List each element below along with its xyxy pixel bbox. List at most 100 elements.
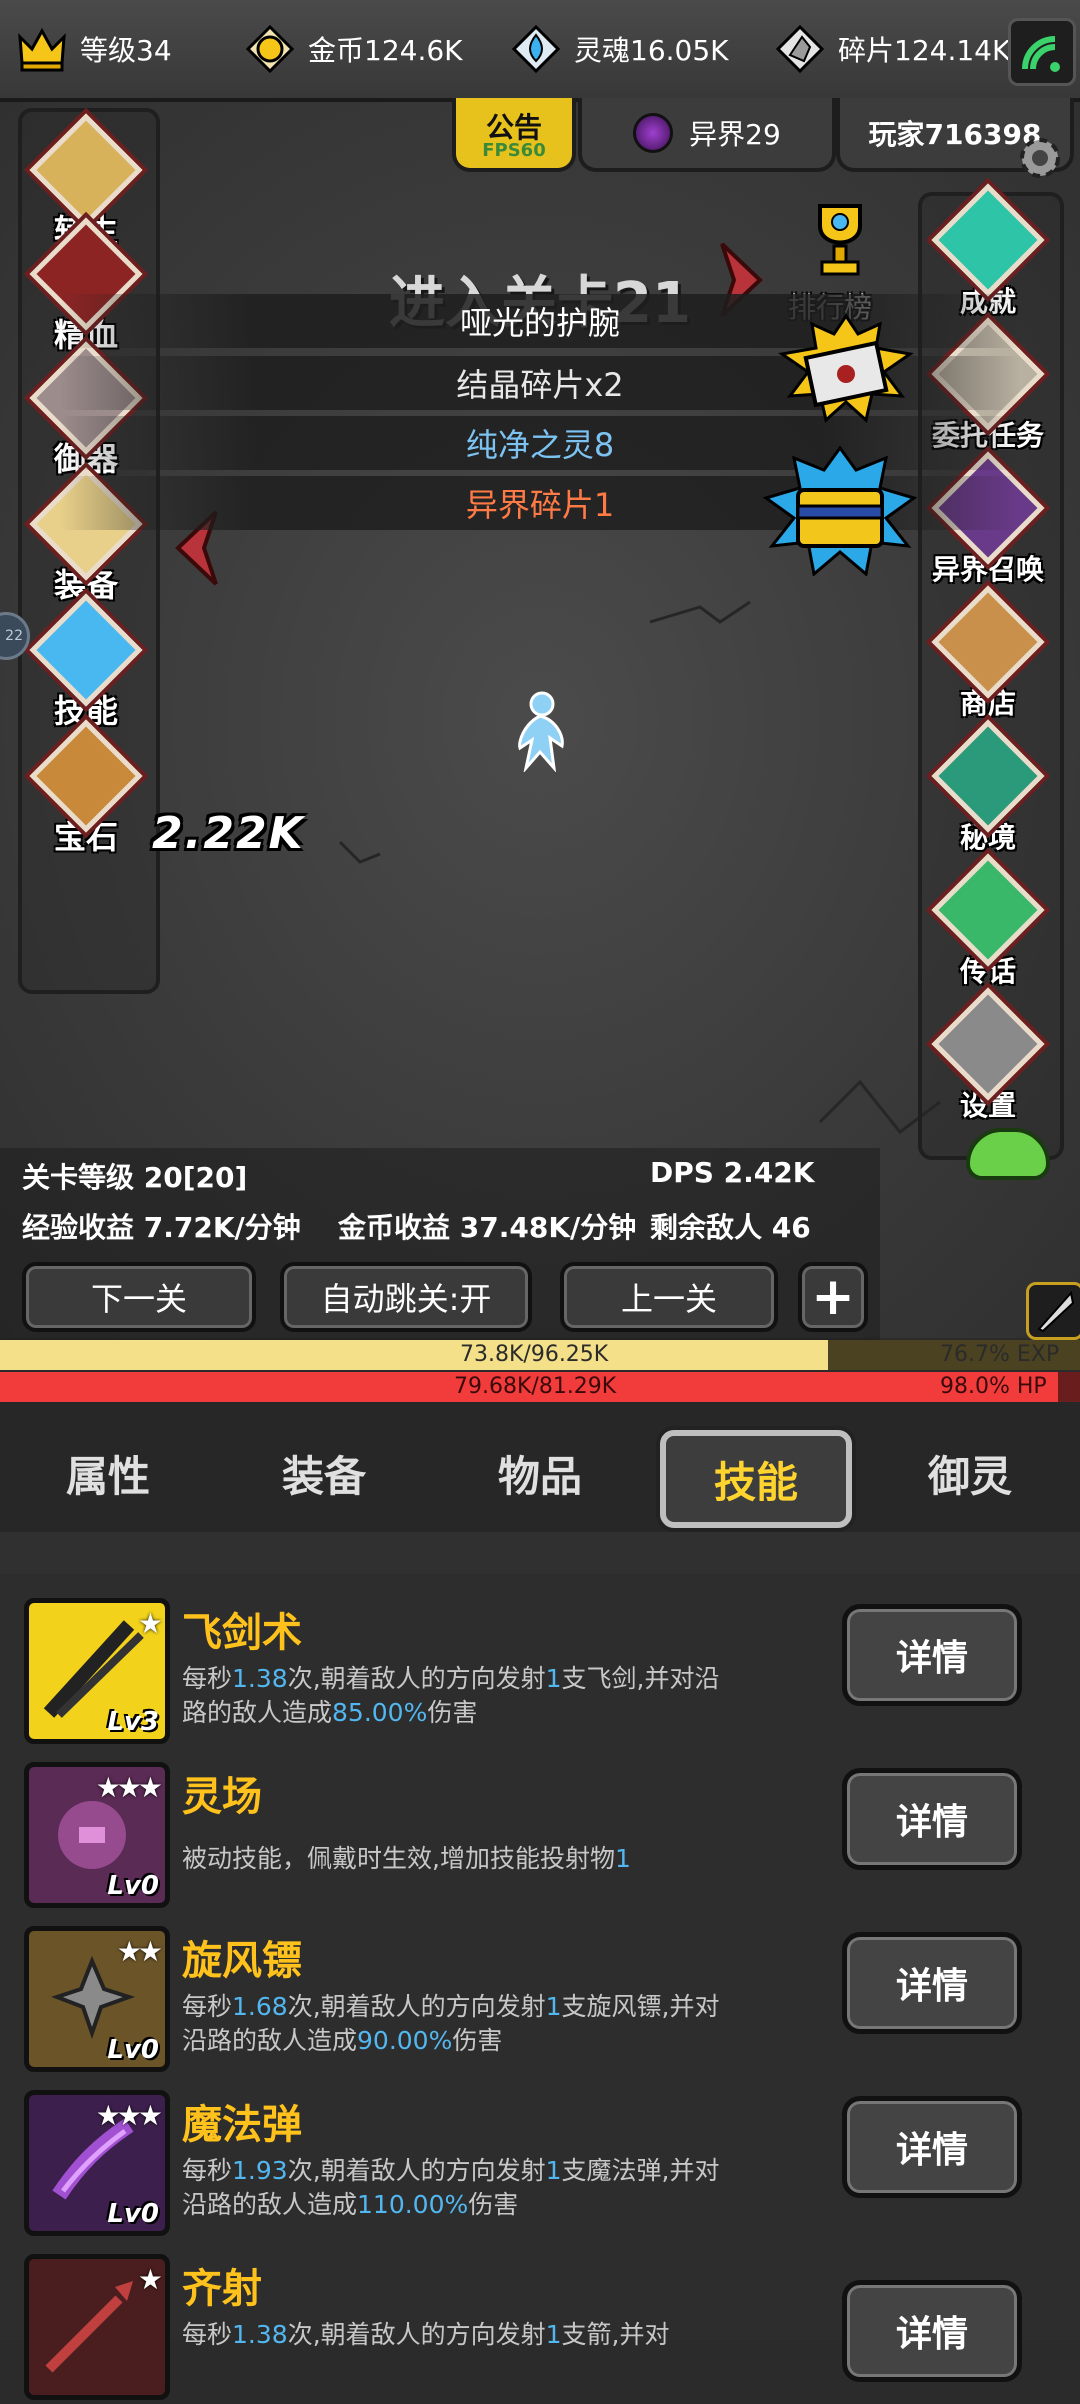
skill-desc-text: 每秒 [182,1992,233,2021]
otherworld-label: 异界29 [689,118,781,151]
notice-tab[interactable]: 公告 FPS60 [452,98,576,172]
dps-stat: DPS 2.42K [650,1156,815,1189]
auto-skip-label: 自动跳关:开 [320,1280,492,1318]
nav-secret-realm[interactable]: 秘境 [928,719,1048,856]
resource-bar: 等级34 金币124.6K 灵魂16.05K 碎片124.14K [0,0,1080,102]
tab-label: 御灵 [927,1451,1012,1501]
skill-desc-text: 每秒 [182,1664,233,1693]
gold-rate: 金币收益 37.48K/分钟 [338,1211,637,1244]
nav-message[interactable]: 传话 [928,853,1048,990]
hp-percent: 98.0% HP [940,1374,1047,1399]
shard-display: 碎片124.14K [772,14,1010,84]
skill-desc-value: 110.00% [357,2190,469,2219]
skill-desc-text: 被动技能，佩戴时生效,增加技能投射物 [182,1844,615,1873]
gold-display: 金币124.6K [242,14,463,84]
skill-stars: ★★★ [95,1771,163,1804]
hero-character [510,690,570,774]
nav-settings[interactable]: 设置 [928,987,1048,1124]
gem-bag-icon [29,719,143,833]
skill-name: 灵场 [182,1774,262,1820]
soul-display: 灵魂16.05K [508,14,729,84]
detail-label: 详情 [895,1802,968,1843]
gear-icon[interactable] [1012,130,1068,186]
skill-name: 齐射 [182,2266,262,2312]
megaphone-icon [931,853,1045,967]
tab-items[interactable]: 物品 [450,1430,630,1516]
skill-desc-value: 1 [545,1992,562,2021]
prev-stage-button[interactable]: 上一关 [560,1262,778,1332]
exp-value: 73.8K/96.25K [460,1342,609,1367]
portal-icon [633,113,674,153]
skill-detail-button[interactable]: 详情 [842,2280,1022,2382]
portal-stone-icon [931,719,1045,833]
skill-detail-button[interactable]: 详情 [842,2096,1022,2198]
detail-label: 详情 [895,1638,968,1679]
enemies-left: 剩余敌人 46 [650,1211,811,1244]
whirlwind-dart-icon: ★★ Lv0 [24,1926,170,2072]
tab-attributes[interactable]: 属性 [18,1430,198,1516]
level-display: 等级34 [14,14,172,84]
skill-detail-button[interactable]: 详情 [842,1932,1022,2034]
star-icon [931,183,1045,297]
skill-desc-value: 85.00% [332,1698,428,1727]
skill-desc-value: 1.38 [232,2320,288,2349]
skill-stars: ★ [137,2263,163,2296]
skill-item: ★ 齐射 每秒1.38次,朝着敌人的方向发射1支箭,并对 详情 [0,2240,1080,2404]
nav-skills[interactable]: 技能 [26,593,146,732]
skill-level: Lv0 [107,2199,159,2229]
shard-text: 碎片124.14K [838,34,1011,67]
skill-desc-text: 伤害 [468,2190,519,2219]
skill-desc-value: 1 [545,2320,562,2349]
letter-reward-icon [776,313,916,424]
soul-text: 灵魂16.05K [574,34,729,67]
network-signal-icon[interactable] [1008,18,1076,86]
nav-gems[interactable]: 宝石 [26,719,146,858]
tab-equipment[interactable]: 装备 [234,1430,414,1516]
skill-name: 飞剑术 [182,1610,302,1656]
skill-level: Lv0 [107,1871,159,1901]
skill-level: Lv0 [107,2035,159,2065]
level-text: 等级34 [80,34,172,67]
skill-level: Lv3 [107,1707,159,1737]
skill-desc-text: 次,朝着敌人的方向发射 [287,1664,546,1693]
auto-skip-toggle[interactable]: 自动跳关:开 [280,1262,532,1332]
flying-sword-icon: ★ Lv3 [24,1598,170,1744]
treasure-chest-icon [762,445,918,577]
otherworld-tab[interactable]: 异界29 [578,98,836,172]
prev-stage-label: 上一关 [620,1280,717,1318]
side-badge-text: 22 [5,628,23,644]
exp-rate: 经验收益 7.72K/分钟 [22,1211,301,1244]
hp-value: 79.68K/81.29K [454,1374,617,1399]
trophy-icon[interactable] [790,196,890,286]
skill-item: ★★★ Lv0 魔法弹 每秒1.93次,朝着敌人的方向发射1支魔法弹,并对沿路的… [0,2076,1080,2240]
spirit-field-icon: ★★★ Lv0 [24,1762,170,1908]
plus-label: + [811,1267,855,1327]
plus-button[interactable]: + [798,1262,868,1332]
skill-desc-text: 支箭,并对 [561,2320,670,2349]
tab-divider [0,1532,1080,1574]
tab-skills[interactable]: 技能 [660,1430,852,1528]
skill-desc-text: 伤害 [427,1698,478,1727]
next-stage-button[interactable]: 下一关 [22,1262,256,1332]
tab-label: 物品 [497,1451,582,1501]
tab-spirits[interactable]: 御灵 [880,1430,1060,1516]
skill-detail-button[interactable]: 详情 [842,1768,1022,1870]
skill-name: 旋风镖 [182,1938,302,1984]
skill-detail-button[interactable]: 详情 [842,1604,1022,1706]
skill-description: 每秒1.68次,朝着敌人的方向发射1支旋风镖,并对沿路的敌人造成90.00%伤害 [182,1990,742,2058]
skill-desc-text: 次,朝着敌人的方向发射 [287,1992,546,2021]
quill-icon[interactable] [1026,1282,1080,1340]
detail-label: 详情 [895,2314,968,2355]
skill-stars: ★ [137,1607,163,1640]
ice-crystal-icon [29,593,143,707]
bottom-tabs: 属性 装备 物品 技能 御灵 [0,1402,1080,1532]
skill-desc-value: 1 [545,1664,562,1693]
skill-desc-value: 90.00% [357,2026,453,2055]
next-stage-label: 下一关 [90,1280,187,1318]
settings-gear-icon [931,987,1045,1101]
soul-flame-icon [508,21,564,77]
exp-bar-fill [0,1340,829,1370]
skill-name: 魔法弹 [182,2102,302,2148]
nav-shop[interactable]: 商店 [928,585,1048,722]
shop-bag-icon [931,585,1045,699]
